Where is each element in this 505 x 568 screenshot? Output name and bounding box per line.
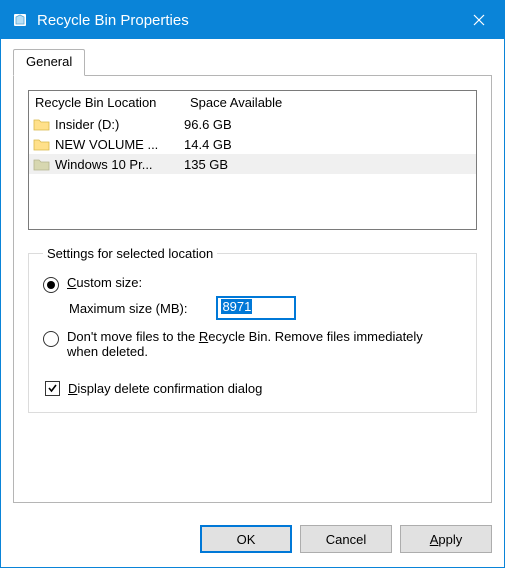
max-size-label: Maximum size (MB): [69,301,187,316]
checkbox-confirm-delete[interactable] [45,381,60,396]
close-button[interactable] [454,1,504,39]
list-item-name: NEW VOLUME ... [55,137,158,152]
max-size-row: Maximum size (MB): 8971 [69,297,462,319]
client-area: General Recycle Bin Location Space Avail… [1,39,504,515]
listview-header: Recycle Bin Location Space Available [29,91,476,114]
apply-button[interactable]: Apply [400,525,492,553]
ok-button[interactable]: OK [200,525,292,553]
list-item-space: 14.4 GB [184,137,472,152]
list-item[interactable]: NEW VOLUME ... 14.4 GB [29,134,476,154]
window-title: Recycle Bin Properties [37,12,454,29]
titlebar: Recycle Bin Properties [1,1,504,39]
dialog-buttons: OK Cancel Apply [1,515,504,567]
list-item[interactable]: Windows 10 Pr... 135 GB [29,154,476,174]
tabstrip: General [13,49,492,76]
list-item-space: 135 GB [184,157,472,172]
radio-custom-size[interactable] [43,277,59,293]
tab-panel-general: Recycle Bin Location Space Available Ins… [13,75,492,503]
cancel-button[interactable]: Cancel [300,525,392,553]
max-size-value: 8971 [221,299,252,314]
radio-custom-size-row[interactable]: Custom size: [43,275,462,293]
folder-icon [33,116,51,132]
folder-icon [33,136,51,152]
radio-dont-move-label: Don't move files to the Recycle Bin. Rem… [67,329,427,359]
column-header-location[interactable]: Recycle Bin Location [35,95,190,110]
confirm-delete-row[interactable]: Display delete confirmation dialog [45,381,462,396]
settings-legend: Settings for selected location [43,246,217,261]
recycle-bin-icon [11,11,29,29]
settings-group: Settings for selected location Custom si… [28,246,477,413]
column-header-space[interactable]: Space Available [190,95,470,110]
list-item-name: Insider (D:) [55,117,119,132]
max-size-input[interactable]: 8971 [217,297,295,319]
confirm-delete-label: Display delete confirmation dialog [68,381,262,396]
list-item[interactable]: Insider (D:) 96.6 GB [29,114,476,134]
location-listbox[interactable]: Recycle Bin Location Space Available Ins… [28,90,477,230]
folder-icon [33,156,51,172]
radio-custom-size-label: Custom size: [67,275,142,290]
radio-dont-move-row[interactable]: Don't move files to the Recycle Bin. Rem… [43,329,462,359]
radio-dont-move[interactable] [43,331,59,347]
tab-general[interactable]: General [13,49,85,76]
list-item-name: Windows 10 Pr... [55,157,153,172]
list-item-space: 96.6 GB [184,117,472,132]
